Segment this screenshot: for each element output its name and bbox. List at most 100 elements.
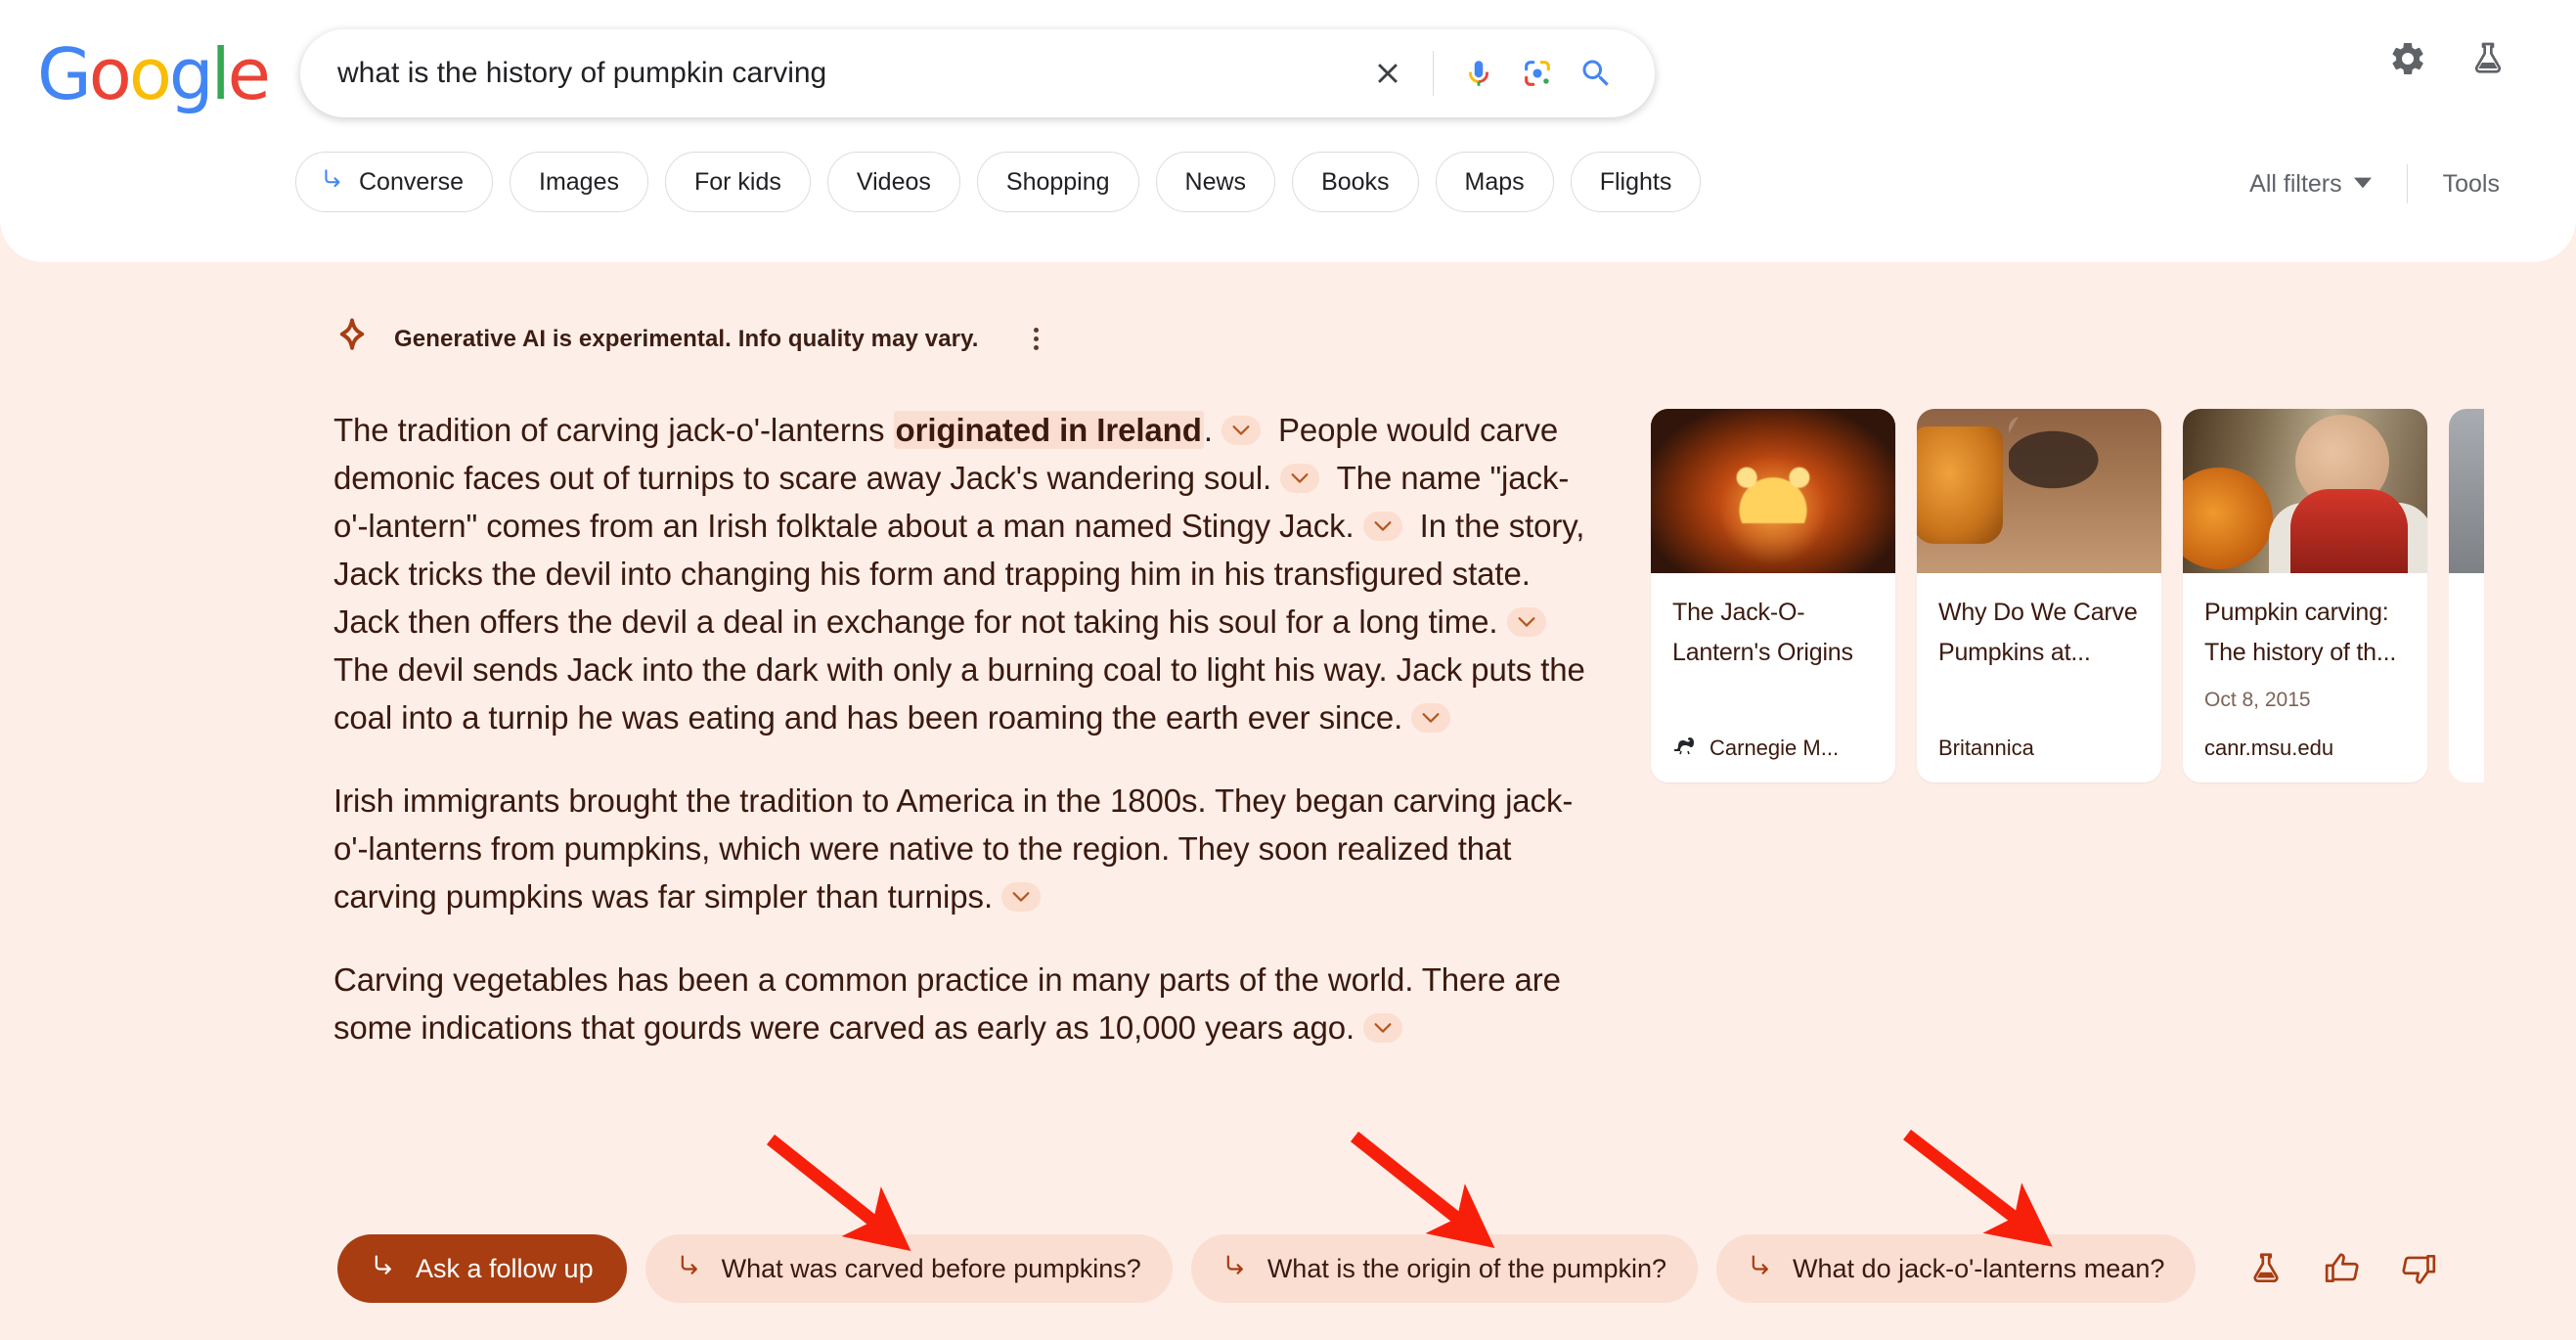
source-expand-chevron-icon[interactable] — [1280, 464, 1320, 494]
ai-text: The tradition of carving jack-o'-lantern… — [333, 412, 894, 448]
converse-arrow-icon — [321, 166, 346, 199]
logo-letter-o1: o — [88, 33, 132, 115]
filter-chips: Converse Images For kids Videos Shopping… — [295, 152, 1702, 212]
card-title: Why Do We Carve Pumpkins at... — [1938, 599, 2138, 666]
microphone-icon[interactable] — [1449, 44, 1508, 103]
ask-follow-up-button[interactable]: Ask a follow up — [337, 1234, 627, 1303]
source-card[interactable]: The Jack-O-Lantern's Origins Carnegie M.… — [1651, 409, 1895, 782]
search-bar[interactable]: what is the history of pumpkin carving — [300, 29, 1655, 117]
source-expand-chevron-icon[interactable] — [1411, 703, 1451, 734]
logo-letter-g: g — [168, 33, 214, 115]
tools-button[interactable]: Tools — [2408, 170, 2500, 199]
chip-label: Videos — [856, 167, 931, 196]
all-filters-label: All filters — [2249, 169, 2342, 198]
source-cards: The Jack-O-Lantern's Origins Carnegie M.… — [1651, 409, 2484, 782]
all-filters-button[interactable]: All filters — [2249, 170, 2406, 199]
chip-label: News — [1184, 167, 1247, 196]
google-logo[interactable]: Google — [37, 39, 271, 110]
logo-letter-e: e — [227, 33, 271, 115]
card-source: canr.msu.edu — [2204, 712, 2406, 761]
carnegie-museum-dinosaur-icon — [1672, 736, 1698, 761]
close-icon[interactable] — [1358, 44, 1417, 103]
chip-for-kids[interactable]: For kids — [664, 152, 811, 212]
kebab-menu-icon[interactable] — [1024, 322, 1048, 356]
card-body: Why Do We Carve Pumpkins at... Britannic… — [1917, 573, 2161, 782]
source-card-partial[interactable] — [2449, 409, 2484, 782]
search-header: Google what is the history of pumpkin ca… — [0, 0, 2576, 262]
ai-paragraph-3: Carving vegetables has been a common pra… — [333, 956, 1595, 1051]
source-card[interactable]: Pumpkin carving: The history of th... Oc… — [2183, 409, 2427, 782]
card-thumbnail — [2183, 409, 2427, 573]
chip-videos[interactable]: Videos — [826, 152, 960, 212]
chip-maps[interactable]: Maps — [1435, 152, 1554, 212]
ai-overview-answer: The tradition of carving jack-o'-lantern… — [333, 406, 1595, 1051]
logo-letter-G: G — [37, 33, 92, 115]
card-source-label: Carnegie M... — [1710, 736, 1840, 760]
ai-text: . — [1203, 412, 1213, 448]
search-input[interactable]: what is the history of pumpkin carving — [337, 57, 1358, 90]
google-search-page: Google what is the history of pumpkin ca… — [0, 0, 2576, 1340]
chip-label: Converse — [359, 167, 464, 196]
card-source: Carnegie M... — [1672, 712, 1874, 761]
logo-letter-l: l — [210, 33, 231, 115]
source-expand-chevron-icon[interactable] — [1221, 416, 1261, 446]
chip-news[interactable]: News — [1155, 152, 1276, 212]
thumbs-up-icon[interactable] — [2324, 1250, 2361, 1287]
ai-text: Irish immigrants brought the tradition t… — [333, 782, 1574, 915]
ai-disclaimer-text: Generative AI is experimental. Info qual… — [394, 325, 979, 352]
chip-shopping[interactable]: Shopping — [976, 152, 1139, 212]
chip-label: Shopping — [1005, 167, 1110, 196]
suggestion-chip-1[interactable]: What was carved before pumpkins? — [644, 1234, 1173, 1303]
source-expand-chevron-icon[interactable] — [1363, 1013, 1403, 1044]
search-submit-icon[interactable] — [1567, 44, 1625, 103]
card-thumbnail — [1651, 409, 1895, 573]
chip-converse[interactable]: Converse — [295, 152, 493, 212]
annotation-arrow-3 — [1903, 1129, 2053, 1247]
annotation-arrow-1 — [766, 1134, 911, 1252]
ai-paragraph-2: Irish immigrants brought the tradition t… — [333, 777, 1595, 920]
annotation-arrow-2 — [1350, 1131, 1495, 1249]
card-body: Pumpkin carving: The history of th... Oc… — [2183, 573, 2427, 782]
suggestion-chip-2[interactable]: What is the origin of the pumpkin? — [1190, 1234, 1699, 1303]
source-expand-chevron-icon[interactable] — [1362, 512, 1402, 542]
converse-arrow-icon — [677, 1252, 704, 1286]
chip-label: Images — [539, 167, 619, 196]
gear-icon[interactable] — [2388, 39, 2427, 83]
card-thumbnail — [2449, 409, 2484, 573]
source-expand-chevron-icon[interactable] — [1001, 882, 1042, 913]
source-card[interactable]: Why Do We Carve Pumpkins at... Britannic… — [1917, 409, 2161, 782]
chip-books[interactable]: Books — [1292, 152, 1419, 212]
ai-text: The devil sends Jack into the dark with … — [333, 651, 1585, 736]
source-expand-chevron-icon[interactable] — [1506, 607, 1546, 638]
suggestion-label: What was carved before pumpkins? — [721, 1253, 1141, 1283]
logo-letter-o2: o — [128, 33, 172, 115]
card-title: Pumpkin carving: The history of th... — [2204, 599, 2397, 666]
header-actions — [2388, 39, 2508, 83]
chip-label: Maps — [1464, 167, 1525, 196]
card-body: The Jack-O-Lantern's Origins Carnegie M.… — [1651, 573, 1895, 782]
ai-action-bar: Ask a follow up What was carved before p… — [337, 1234, 2437, 1303]
ai-paragraph-1: The tradition of carving jack-o'-lantern… — [333, 406, 1595, 741]
chip-label: Flights — [1599, 167, 1672, 196]
labs-flask-icon[interactable] — [2247, 1250, 2285, 1287]
feedback-actions — [2247, 1250, 2437, 1287]
chip-images[interactable]: Images — [510, 152, 648, 212]
thumbs-down-icon[interactable] — [2400, 1250, 2437, 1287]
suggestion-chip-3[interactable]: What do jack-o'-lanterns mean? — [1716, 1234, 2197, 1303]
suggestion-label: What do jack-o'-lanterns mean? — [1793, 1253, 2165, 1283]
converse-arrow-icon — [1222, 1252, 1250, 1286]
card-source: Britannica — [1938, 712, 2140, 761]
chip-label: For kids — [693, 167, 781, 196]
card-source-label: Britannica — [1938, 736, 2034, 760]
labs-flask-icon[interactable] — [2468, 39, 2508, 83]
chip-label: Books — [1321, 167, 1390, 196]
google-lens-icon[interactable] — [1508, 44, 1567, 103]
search-divider — [1433, 51, 1434, 96]
card-source-label: canr.msu.edu — [2204, 736, 2334, 760]
card-date: Oct 8, 2015 — [2204, 689, 2311, 711]
chip-flights[interactable]: Flights — [1570, 152, 1702, 212]
converse-arrow-icon — [371, 1252, 398, 1286]
ai-disclaimer: Generative AI is experimental. Info qual… — [333, 318, 1048, 360]
ask-follow-up-label: Ask a follow up — [416, 1253, 594, 1283]
card-thumbnail — [1917, 409, 2161, 573]
